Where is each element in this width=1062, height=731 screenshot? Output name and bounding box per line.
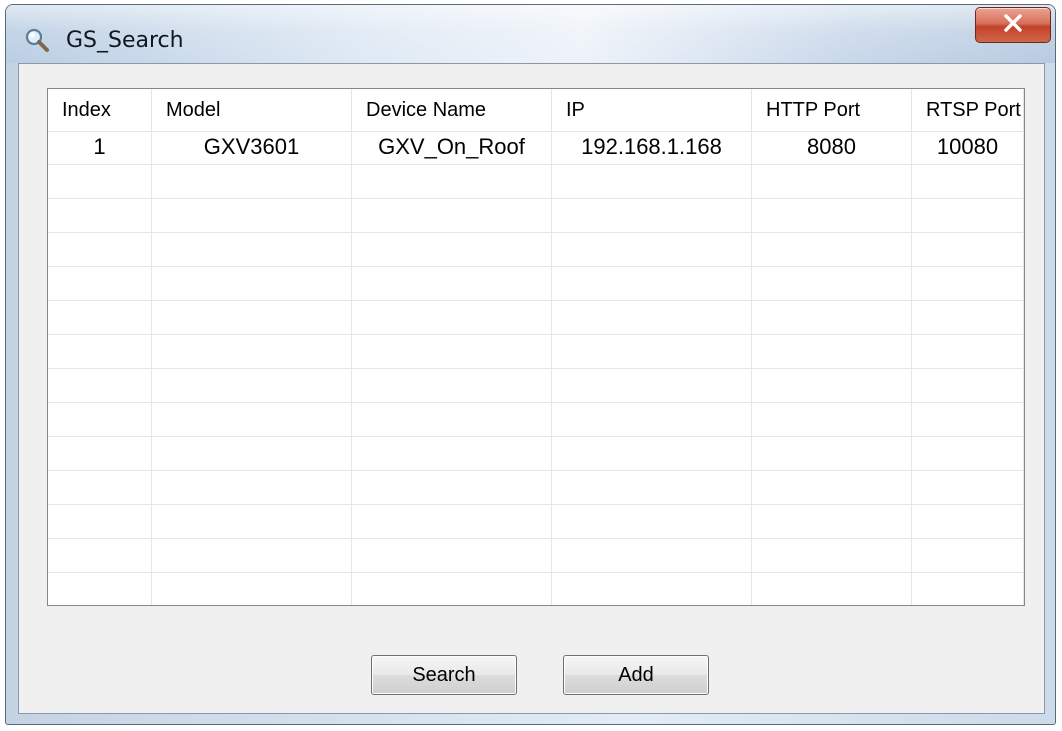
table-row[interactable]: 1 GXV3601 GXV_On_Roof 192.168.1.168 8080… [48, 131, 1024, 165]
empty-row [48, 539, 1024, 573]
close-icon [1003, 13, 1023, 37]
cell-model: GXV3601 [152, 131, 352, 165]
cell-index: 1 [48, 131, 152, 165]
empty-row [48, 199, 1024, 233]
empty-row [48, 335, 1024, 369]
column-header-rtsp-port[interactable]: RTSP Port [912, 89, 1024, 131]
column-header-model[interactable]: Model [152, 89, 352, 131]
empty-row [48, 573, 1024, 605]
cell-rtsp-port: 10080 [912, 131, 1024, 165]
column-header-ip[interactable]: IP [552, 89, 752, 131]
cell-http-port: 8080 [752, 131, 912, 165]
cell-device-name: GXV_On_Roof [352, 131, 552, 165]
device-list[interactable]: Index Model Device Name IP HTTP Port RTS… [47, 88, 1025, 606]
empty-row [48, 437, 1024, 471]
list-header: Index Model Device Name IP HTTP Port RTS… [48, 89, 1024, 132]
empty-row [48, 369, 1024, 403]
list-rows: 1 GXV3601 GXV_On_Roof 192.168.1.168 8080… [48, 131, 1024, 605]
gs-search-window: GS_Search Index Model Device Name IP HTT… [5, 4, 1056, 725]
dialog-client-area: Index Model Device Name IP HTTP Port RTS… [18, 63, 1045, 714]
column-header-device-name[interactable]: Device Name [352, 89, 552, 131]
magnifier-icon [24, 27, 50, 53]
close-button[interactable] [975, 7, 1051, 43]
window-title: GS_Search [66, 28, 184, 53]
cell-ip: 192.168.1.168 [552, 131, 752, 165]
empty-row [48, 165, 1024, 199]
empty-row [48, 301, 1024, 335]
empty-row [48, 403, 1024, 437]
empty-row [48, 505, 1024, 539]
title-bar[interactable]: GS_Search [6, 5, 1055, 63]
add-button[interactable]: Add [563, 655, 709, 695]
column-header-http-port[interactable]: HTTP Port [752, 89, 912, 131]
search-button[interactable]: Search [371, 655, 517, 695]
empty-row [48, 471, 1024, 505]
column-header-index[interactable]: Index [48, 89, 152, 131]
empty-row [48, 267, 1024, 301]
empty-row [48, 233, 1024, 267]
